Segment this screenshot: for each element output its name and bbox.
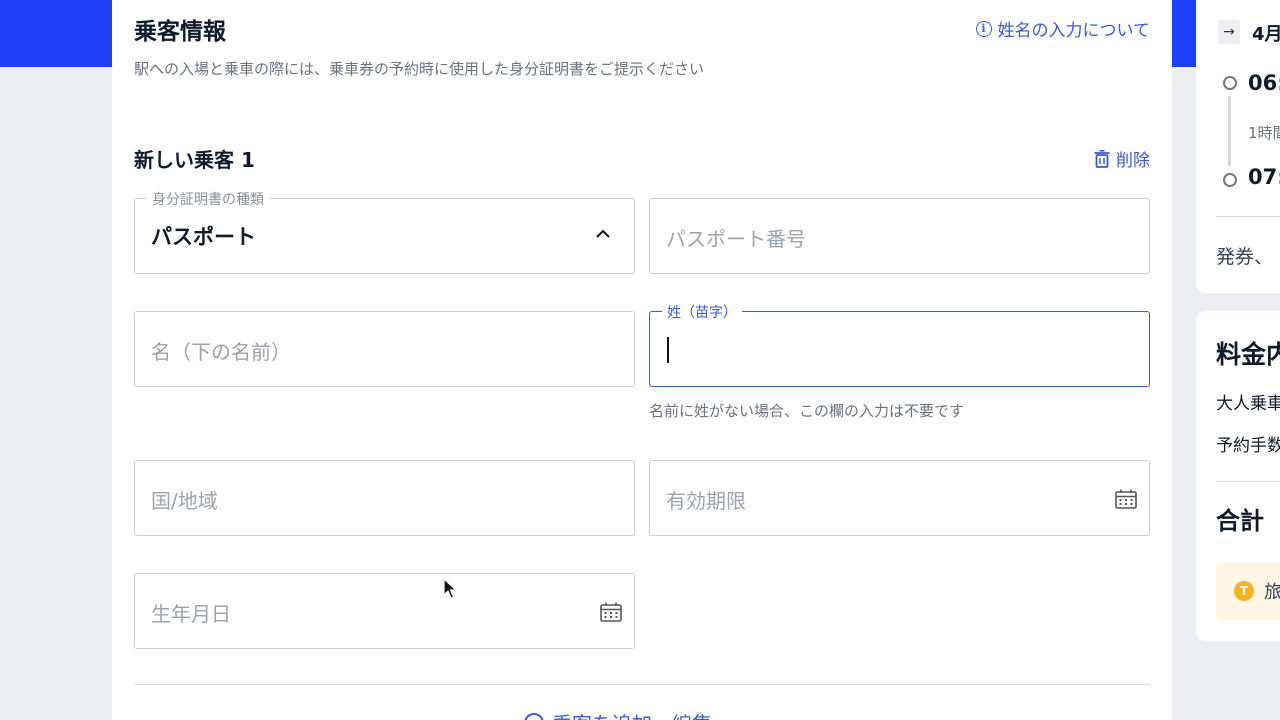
delete-passenger-button[interactable]: 削除 [1094, 146, 1150, 171]
mouse-cursor-icon [443, 578, 457, 599]
header-bar-left [0, 0, 112, 67]
arrive-time: 07: [1248, 165, 1280, 189]
last-name-label: 姓（苗字） [662, 302, 742, 322]
first-name-input[interactable]: 名（下の名前） [134, 311, 635, 387]
summary-divider [1216, 216, 1280, 217]
last-name-help: 名前に姓がない場合、この欄の入力は不要です [649, 402, 965, 420]
passenger-title: 新しい乗客 1 [134, 148, 255, 172]
section-divider [134, 684, 1150, 685]
passport-number-input[interactable]: パスポート番号 [649, 198, 1150, 274]
country-placeholder: 国/地域 [151, 489, 218, 513]
country-input[interactable]: 国/地域 [134, 460, 635, 536]
fare-divider [1216, 481, 1280, 482]
id-type-label: 身分証明書の種類 [147, 189, 269, 209]
add-passenger-label: 乗客を追加・編集 [552, 708, 712, 720]
arrow-right-icon: → [1218, 20, 1240, 44]
trip-date: 4月 [1252, 24, 1280, 45]
fare-title: 料金内 [1216, 340, 1280, 369]
points-banner: T 旅 [1216, 562, 1280, 620]
name-help-link[interactable]: i 姓名の入力について [975, 16, 1151, 41]
header-bar-right [1172, 0, 1196, 67]
depart-time: 06: [1248, 71, 1280, 95]
fare-summary-card: 料金内 大人乗車 予約手数 合計 T 旅 [1196, 311, 1280, 641]
id-type-value: パスポート [151, 225, 256, 249]
plus-circle-icon [524, 712, 544, 720]
expiry-date-input[interactable]: 有効期限 [649, 460, 1150, 536]
info-icon: i [975, 20, 992, 37]
ticket-issue-text: 発券、 [1216, 246, 1274, 268]
name-help-label: 姓名の入力について [997, 21, 1151, 41]
arrive-dot-icon [1223, 173, 1237, 187]
section-title: 乗客情報 [134, 19, 226, 45]
text-caret [667, 337, 669, 363]
points-banner-text: 旅 [1264, 582, 1280, 603]
expiry-placeholder: 有効期限 [666, 489, 746, 513]
booking-fee-row: 予約手数 [1216, 436, 1280, 456]
birthdate-input[interactable]: 生年月日 [134, 573, 635, 649]
depart-dot-icon [1223, 76, 1237, 90]
chevron-up-icon [596, 229, 610, 238]
id-type-select[interactable]: 身分証明書の種類 パスポート [134, 189, 635, 274]
total-label: 合計 [1216, 507, 1264, 535]
coin-icon: T [1234, 581, 1254, 601]
timeline-line [1228, 96, 1231, 166]
calendar-icon[interactable] [1115, 489, 1137, 509]
last-name-input[interactable]: 姓（苗字） [649, 302, 1150, 387]
delete-label: 削除 [1116, 151, 1150, 171]
passenger-info-card: 乗客情報 駅への入場と乗車の際には、乗車券の予約時に使用した身分証明書をご提示く… [112, 0, 1172, 720]
first-name-placeholder: 名（下の名前） [151, 340, 291, 364]
passport-number-placeholder: パスポート番号 [666, 227, 806, 251]
calendar-icon[interactable] [600, 602, 622, 622]
section-subtitle: 駅への入場と乗車の際には、乗車券の予約時に使用した身分証明書をご提示ください [134, 60, 705, 78]
trip-duration: 1時間 [1248, 124, 1280, 142]
trash-icon [1094, 149, 1110, 168]
birthdate-placeholder: 生年月日 [151, 602, 231, 626]
adult-fare-row: 大人乗車 [1216, 394, 1280, 414]
trip-summary-card: → 4月 06: 1時間 07: 発券、 [1196, 0, 1280, 293]
add-passenger-button[interactable]: 乗客を追加・編集 [524, 708, 712, 720]
